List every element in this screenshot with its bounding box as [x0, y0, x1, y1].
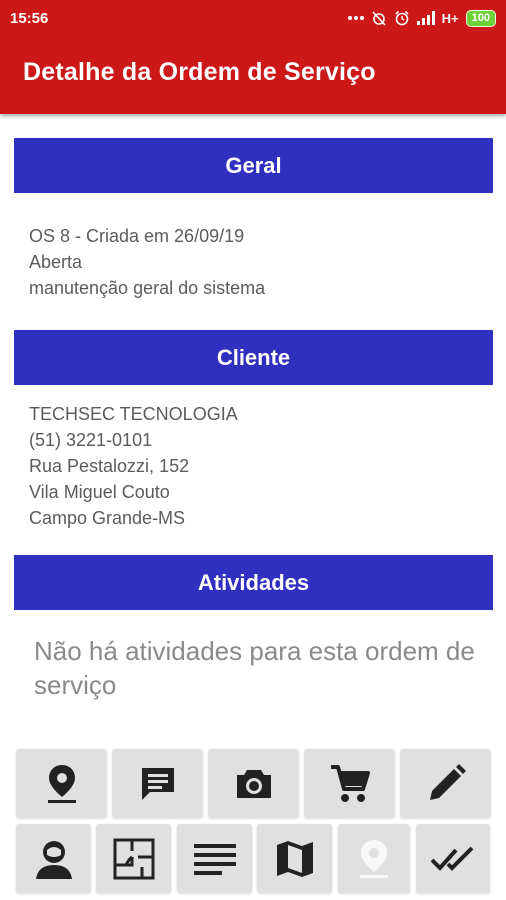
list-button[interactable]: [177, 824, 252, 893]
geral-info: OS 8 - Criada em 26/09/19 Aberta manuten…: [29, 223, 265, 301]
list-icon: [193, 842, 236, 876]
complete-button[interactable]: [416, 824, 490, 893]
message-button[interactable]: [112, 749, 203, 818]
status-time: 15:56: [10, 9, 49, 27]
pencil-icon: [426, 763, 466, 804]
section-header-cliente: Cliente: [14, 330, 493, 385]
alarm-icon: [394, 10, 410, 26]
alarm-off-icon: [371, 10, 387, 26]
camera-icon: [233, 766, 275, 802]
location-pin-disabled-icon: [357, 838, 391, 880]
client-city: Campo Grande-MS: [29, 508, 186, 528]
client-street: Rua Pestalozzi, 152: [29, 456, 190, 476]
edit-button[interactable]: [400, 749, 491, 818]
cliente-info: TECHSEC TECNOLOGIA (51) 3221-0101 Rua Pe…: [29, 401, 238, 531]
page-title: Detalhe da Ordem de Serviço: [23, 58, 376, 86]
floor-plan-button[interactable]: [96, 824, 171, 893]
user-icon: [34, 838, 74, 880]
location-pin-icon: [45, 763, 79, 805]
floor-plan-icon: [112, 837, 156, 881]
os-status: Aberta: [29, 252, 83, 272]
status-bar: 15:56 H+ 100: [0, 0, 506, 36]
user-button[interactable]: [16, 824, 91, 893]
os-number-date: OS 8 - Criada em 26/09/19: [29, 226, 245, 246]
map-button[interactable]: [257, 824, 332, 893]
battery-icon: 100: [465, 9, 496, 27]
location-disabled-button[interactable]: [338, 824, 410, 893]
signal-icon: [416, 11, 435, 25]
status-icons: H+ 100: [347, 9, 496, 27]
message-icon: [138, 764, 178, 804]
client-phone[interactable]: (51) 3221-0101: [29, 427, 238, 453]
app-bar: Detalhe da Ordem de Serviço: [0, 36, 506, 114]
section-header-geral: Geral: [14, 138, 493, 193]
client-name: TECHSEC TECNOLOGIA: [29, 404, 238, 424]
client-neighborhood: Vila Miguel Couto: [29, 482, 170, 502]
map-icon: [275, 839, 315, 879]
os-description: manutenção geral do sistema: [29, 278, 266, 298]
network-type: H+: [441, 10, 459, 26]
double-check-icon: [430, 844, 476, 874]
cart-button[interactable]: [304, 749, 395, 818]
dots-icon: [347, 15, 364, 21]
activities-empty-message: Não há atividades para esta ordem de ser…: [34, 636, 475, 700]
cart-icon: [329, 763, 371, 805]
section-header-atividades: Atividades: [14, 555, 493, 610]
location-button[interactable]: [16, 749, 107, 818]
camera-button[interactable]: [208, 749, 299, 818]
